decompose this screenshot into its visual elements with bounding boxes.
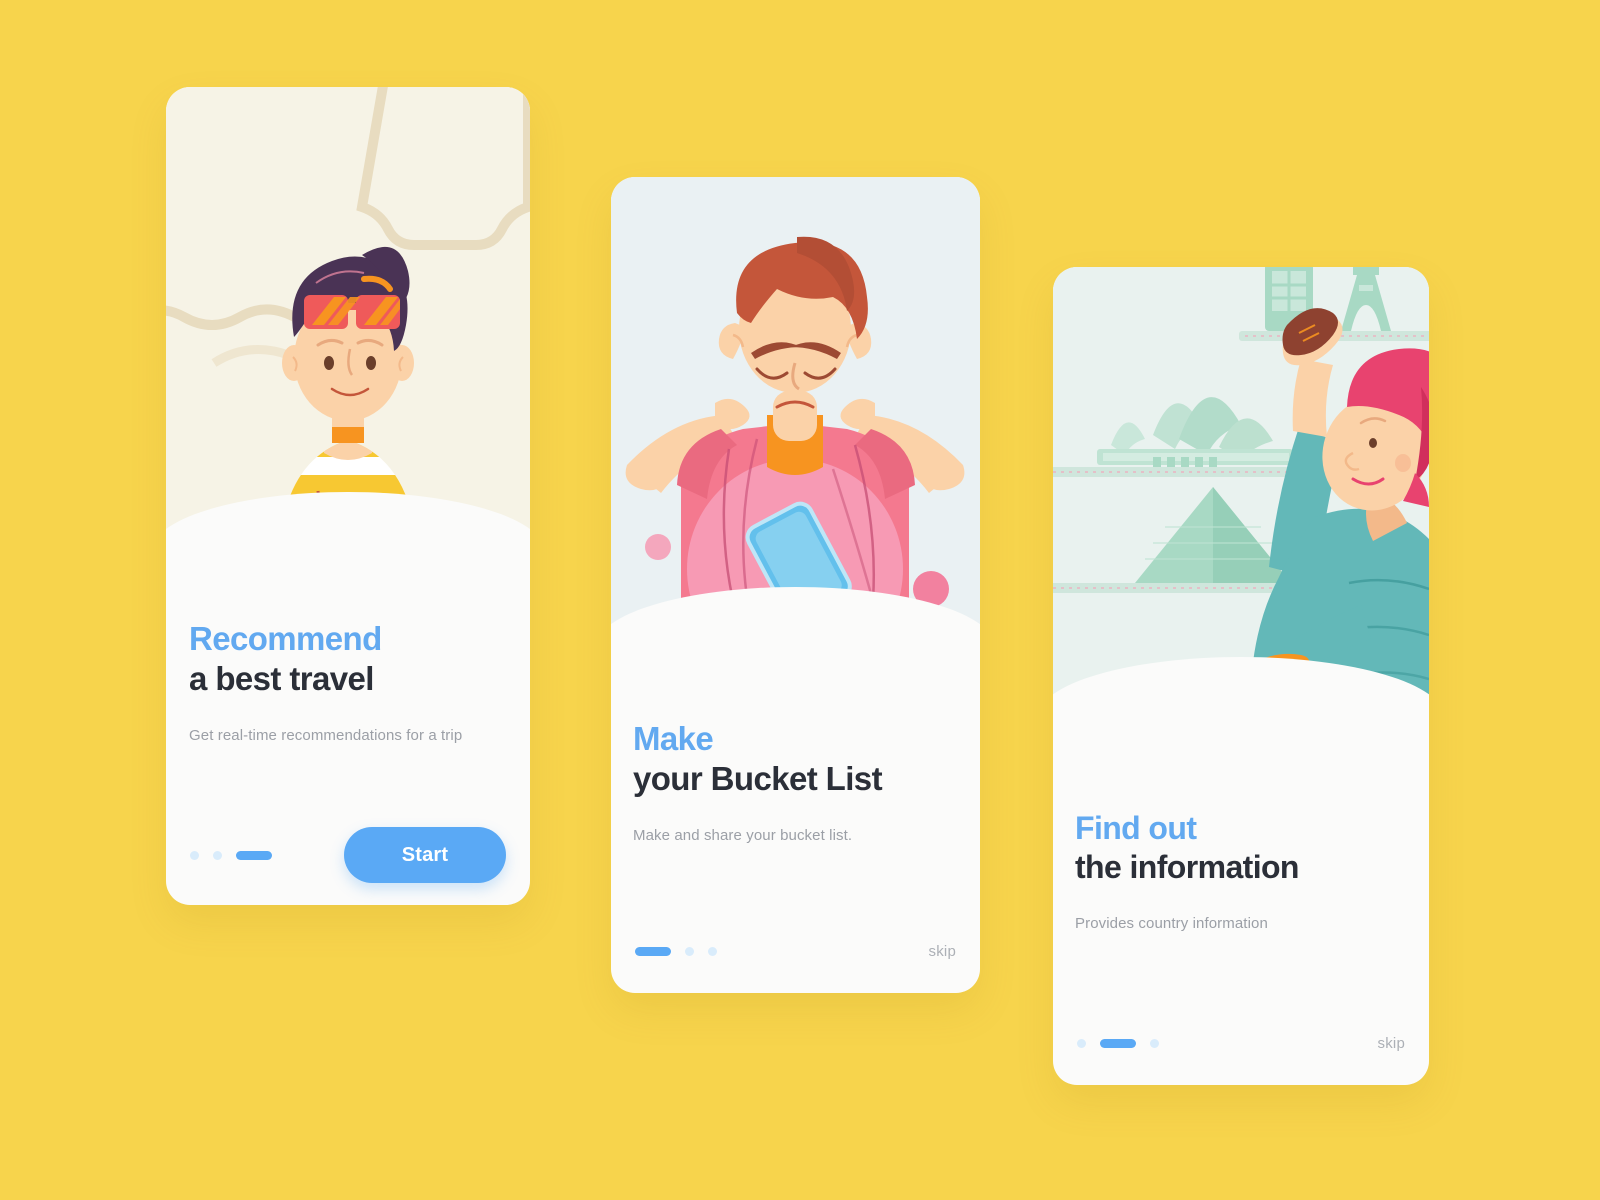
skip-link[interactable]: skip xyxy=(1378,1035,1405,1052)
pagination-dot-2[interactable] xyxy=(685,946,694,956)
card-copy: Find out the information Provides countr… xyxy=(1053,810,1429,933)
card-title-accent: Recommend xyxy=(189,620,382,657)
skip-link[interactable]: skip xyxy=(929,943,956,960)
card-title-main: the information xyxy=(1075,848,1299,885)
card-subtitle: Provides country information xyxy=(1075,915,1268,933)
illustration-man-covering-ears-with-phone-in-shirt xyxy=(611,177,980,667)
card-footer: skip xyxy=(611,927,980,975)
card-copy: Recommend a best travel Get real-time re… xyxy=(166,620,530,745)
illustration-woman-reaching-for-landmark-souvenirs-on-shelf xyxy=(1053,267,1429,737)
pagination-dot-1[interactable] xyxy=(1077,1038,1086,1048)
card-subtitle: Make and share your bucket list. xyxy=(633,827,853,845)
onboarding-card-recommend[interactable]: Recommend a best travel Get real-time re… xyxy=(166,87,530,905)
card-footer: Start xyxy=(166,825,530,885)
card-copy: Make your Bucket List Make and share you… xyxy=(611,720,980,845)
pagination-dot-2[interactable] xyxy=(213,850,222,860)
pagination-dot-1[interactable] xyxy=(635,946,671,956)
card-title-main: your Bucket List xyxy=(633,759,883,797)
card-subtitle: Get real-time recommendations for a trip xyxy=(189,727,463,745)
pagination-dot-2[interactable] xyxy=(1100,1038,1136,1048)
onboarding-card-find-information[interactable]: Find out the information Provides countr… xyxy=(1053,267,1429,1085)
pagination-dots[interactable] xyxy=(190,850,272,860)
onboarding-screens: Recommend a best travel Get real-time re… xyxy=(0,0,1600,1200)
pagination-dot-3[interactable] xyxy=(708,946,717,956)
pagination-dot-3[interactable] xyxy=(1150,1038,1159,1048)
card-title-main: a best travel xyxy=(189,659,374,697)
start-button[interactable]: Start xyxy=(344,827,506,883)
card-title-accent: Find out xyxy=(1075,810,1197,846)
card-footer: skip xyxy=(1053,1019,1429,1067)
onboarding-card-bucket-list[interactable]: Make your Bucket List Make and share you… xyxy=(611,177,980,993)
pagination-dots[interactable] xyxy=(1077,1038,1159,1048)
pagination-dot-1[interactable] xyxy=(190,850,199,860)
pagination-dot-3[interactable] xyxy=(236,850,272,860)
card-title-accent: Make xyxy=(633,720,714,757)
pagination-dots[interactable] xyxy=(635,946,717,956)
illustration-woman-with-sunglasses-and-laptop xyxy=(166,87,530,572)
